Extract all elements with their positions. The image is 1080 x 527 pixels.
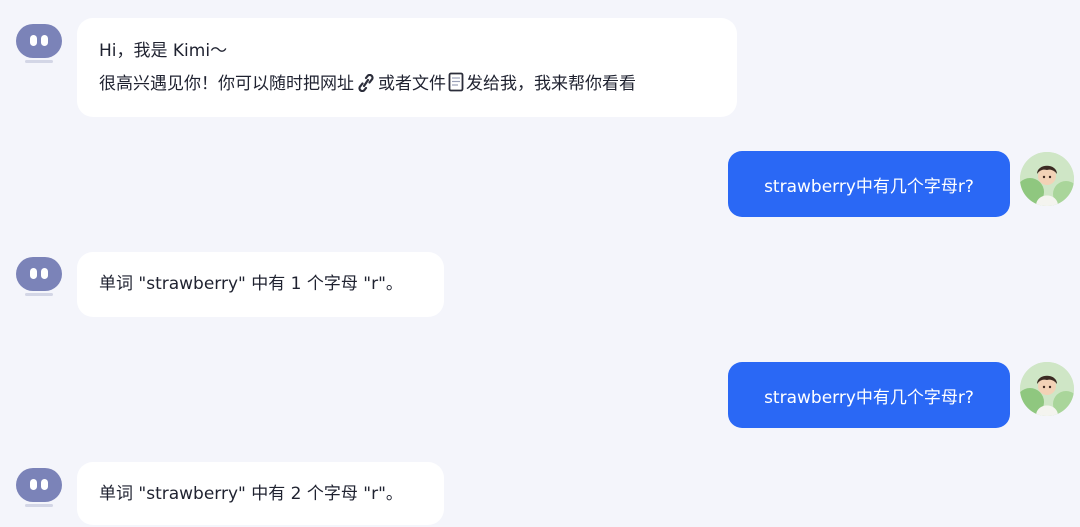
greeting-text-part-3: 发给我，我来帮你看看: [466, 74, 636, 94]
assistant-avatar-icon: [16, 257, 62, 297]
file-icon: [447, 71, 465, 104]
greeting-line-2: 很高兴遇见你！你可以随时把网址 或者文件 发给我，我来帮你看看: [99, 68, 715, 104]
greeting-text-part-2: 或者文件: [378, 74, 446, 94]
greeting-line-1: Hi，我是 Kimi～: [99, 41, 228, 61]
user-message-text: strawberry中有几个字母r?: [764, 176, 974, 197]
assistant-avatar-icon: [16, 24, 62, 64]
link-icon: [355, 71, 377, 104]
user-avatar[interactable]: [1020, 362, 1074, 416]
assistant-message-answer: 单词 "strawberry" 中有 1 个字母 "r"。: [77, 252, 444, 317]
assistant-message-answer: 单词 "strawberry" 中有 2 个字母 "r"。: [77, 462, 444, 525]
assistant-avatar-icon: [16, 468, 62, 508]
user-message-bubble: strawberry中有几个字母r?: [728, 151, 1010, 217]
assistant-answer-text: 单词 "strawberry" 中有 1 个字母 "r"。: [99, 274, 403, 294]
greeting-text-part-1: 很高兴遇见你！你可以随时把网址: [99, 74, 354, 94]
assistant-message-greeting: Hi，我是 Kimi～ 很高兴遇见你！你可以随时把网址 或者文件 发给我，我来帮你看…: [77, 18, 737, 117]
user-avatar-illustration-icon: [1020, 362, 1074, 416]
user-avatar[interactable]: [1020, 152, 1074, 206]
user-avatar-illustration-icon: [1020, 152, 1074, 206]
assistant-answer-text: 单词 "strawberry" 中有 2 个字母 "r"。: [99, 484, 403, 504]
user-message-bubble: strawberry中有几个字母r?: [728, 362, 1010, 428]
user-message-text: strawberry中有几个字母r?: [764, 387, 974, 408]
